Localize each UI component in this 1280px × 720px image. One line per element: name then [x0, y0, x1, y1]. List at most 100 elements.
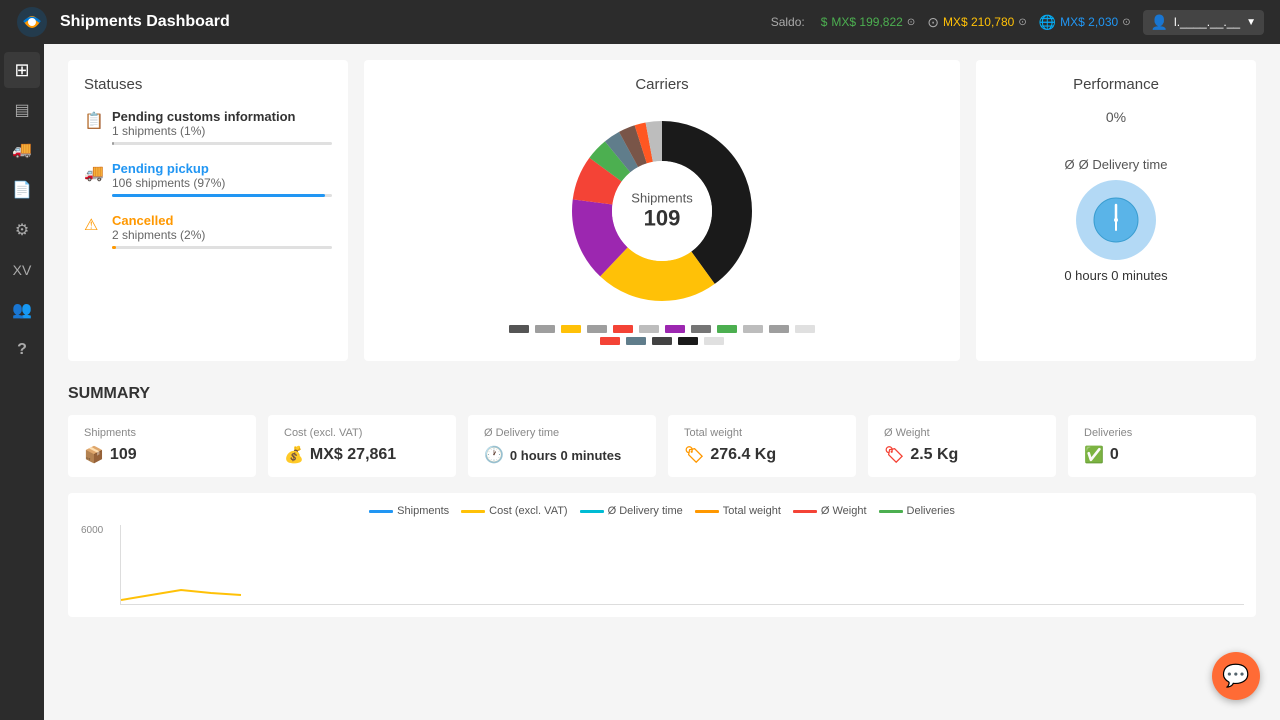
clock-icon-container [1076, 180, 1156, 260]
chart-legend-label-weight: Total weight [723, 505, 781, 517]
avg-weight-text: 2.5 Kg [910, 446, 958, 464]
chart-legend-deliveries: Deliveries [879, 505, 955, 517]
balance-item-2: ⊙ MX$ 210,780 ⊙ [927, 14, 1027, 31]
chart-line-delivery [580, 510, 604, 513]
statuses-title: Statuses [84, 76, 332, 93]
top-header: Shipments Dashboard Saldo: $ MX$ 199,822… [0, 0, 1280, 44]
status-item-cancelled: ⚠ Cancelled 2 shipments (2%) [84, 213, 332, 249]
legend-item-6 [639, 325, 659, 333]
chart-y-label: 6000 [81, 525, 103, 536]
chart-legend: Shipments Cost (excl. VAT) Ø Delivery ti… [80, 505, 1244, 517]
status-bar-customs [112, 142, 332, 145]
sidebar-item-delivery[interactable]: 🚚 [4, 132, 40, 168]
total-weight-icon: 🏷 [684, 445, 704, 465]
balance-value-3: MX$ 2,030 [1060, 15, 1118, 29]
user-info[interactable]: 👤 l.____.__.__ ▼ [1143, 10, 1264, 35]
status-name-cancelled: Cancelled [112, 213, 332, 228]
main-content: Statuses 📋 Pending customs information 1… [44, 44, 1280, 720]
legend-item-10 [743, 325, 763, 333]
status-bar-fill-customs [112, 142, 114, 145]
donut-chart: Shipments 109 [552, 101, 772, 321]
card-value-total-weight: 🏷 276.4 Kg [684, 445, 840, 465]
card-value-cost: 💰 MX$ 27,861 [284, 445, 440, 465]
card-label-cost: Cost (excl. VAT) [284, 427, 440, 439]
carriers-legend [509, 325, 815, 345]
summary-card-cost: Cost (excl. VAT) 💰 MX$ 27,861 [268, 415, 456, 477]
donut-center-value: 109 [631, 206, 692, 232]
legend-item-5 [613, 325, 633, 333]
summary-card-avg-weight: Ø Weight 🏷 2.5 Kg [868, 415, 1056, 477]
shipments-number: 109 [110, 446, 137, 464]
legend-item-14 [626, 337, 646, 345]
total-weight-text: 276.4 Kg [710, 446, 776, 464]
status-name-customs: Pending customs information [112, 109, 332, 124]
cost-amount: MX$ 27,861 [310, 446, 396, 464]
legend-item-15 [652, 337, 672, 345]
legend-item-17 [704, 337, 724, 345]
legend-item-4 [587, 325, 607, 333]
status-icon-cancelled: ⚠ [84, 215, 104, 235]
sidebar-item-dashboard[interactable]: ⊞ [4, 52, 40, 88]
chart-section: Shipments Cost (excl. VAT) Ø Delivery ti… [68, 493, 1256, 617]
chart-line-avg-weight [793, 510, 817, 513]
chart-svg [121, 525, 1244, 604]
performance-percent: 0% [1106, 109, 1126, 125]
balance-value-2: MX$ 210,780 [943, 15, 1014, 29]
avg-weight-icon: 🏷 [884, 445, 904, 465]
legend-item-16 [678, 337, 698, 345]
performance-panel: Performance 0% ØØ Delivery time [976, 60, 1256, 361]
legend-item-2 [535, 325, 555, 333]
card-label-shipments: Shipments [84, 427, 240, 439]
status-bar-fill-cancelled [112, 246, 116, 249]
status-count-pickup: 106 shipments (97%) [112, 176, 332, 190]
delivery-time-label: ØØ Delivery time [1064, 157, 1167, 172]
chart-area: 6000 [120, 525, 1244, 605]
chart-line-cost [461, 510, 485, 513]
chart-legend-delivery: Ø Delivery time [580, 505, 683, 517]
status-icon-customs: 📋 [84, 111, 104, 131]
dashboard-grid: Statuses 📋 Pending customs information 1… [68, 60, 1256, 361]
status-name-pickup: Pending pickup [112, 161, 332, 176]
sidebar-item-users[interactable]: 👥 [4, 292, 40, 328]
donut-center: Shipments 109 [631, 191, 692, 232]
chart-legend-label-cost: Cost (excl. VAT) [489, 505, 567, 517]
card-label-deliveries: Deliveries [1084, 427, 1240, 439]
status-count-customs: 1 shipments (1%) [112, 124, 332, 138]
legend-item-8 [691, 325, 711, 333]
sidebar-item-tracking[interactable]: XV [4, 252, 40, 288]
deliveries-icon: ✅ [1084, 445, 1104, 465]
chart-line-weight [695, 510, 719, 513]
status-bar-pickup [112, 194, 332, 197]
sidebar-item-settings[interactable]: ⚙ [4, 212, 40, 248]
sidebar-item-documents[interactable]: 📄 [4, 172, 40, 208]
card-value-delivery-time: 🕐 0 hours 0 minutes [484, 445, 640, 465]
delivery-time-section: ØØ Delivery time 0 hours 0 minutes [1064, 157, 1167, 283]
chat-button[interactable]: 💬 [1212, 652, 1260, 700]
performance-title: Performance [1073, 76, 1159, 93]
donut-center-label: Shipments [631, 191, 692, 206]
legend-row-1 [509, 325, 815, 333]
shipments-icon: 📦 [84, 445, 104, 465]
legend-item-9 [717, 325, 737, 333]
sidebar-item-help[interactable]: ? [4, 332, 40, 368]
delivery-time-icon: 🕐 [484, 445, 504, 465]
summary-card-total-weight: Total weight 🏷 276.4 Kg [668, 415, 856, 477]
card-value-avg-weight: 🏷 2.5 Kg [884, 445, 1040, 465]
summary-title: SUMMARY [68, 385, 1256, 403]
sidebar: ⊞ ▤ 🚚 📄 ⚙ XV 👥 ? [0, 44, 44, 720]
summary-card-deliveries: Deliveries ✅ 0 [1068, 415, 1256, 477]
summary-card-delivery-time: Ø Delivery time 🕐 0 hours 0 minutes [468, 415, 656, 477]
chart-legend-label-shipments: Shipments [397, 505, 449, 517]
legend-item-12 [795, 325, 815, 333]
sidebar-item-shipments[interactable]: ▤ [4, 92, 40, 128]
chart-legend-weight: Total weight [695, 505, 781, 517]
summary-section: SUMMARY Shipments 📦 109 Cost (excl. VAT)… [68, 385, 1256, 477]
user-name: l.____.__.__ [1174, 15, 1240, 29]
legend-item-3 [561, 325, 581, 333]
balance-item-1: $ MX$ 199,822 ⊙ [821, 15, 915, 29]
header-balance: Saldo: $ MX$ 199,822 ⊙ ⊙ MX$ 210,780 ⊙ 🌐… [771, 10, 1264, 35]
delivery-time-text: 0 hours 0 minutes [510, 448, 621, 463]
card-value-deliveries: ✅ 0 [1084, 445, 1240, 465]
card-value-shipments: 📦 109 [84, 445, 240, 465]
statuses-panel: Statuses 📋 Pending customs information 1… [68, 60, 348, 361]
